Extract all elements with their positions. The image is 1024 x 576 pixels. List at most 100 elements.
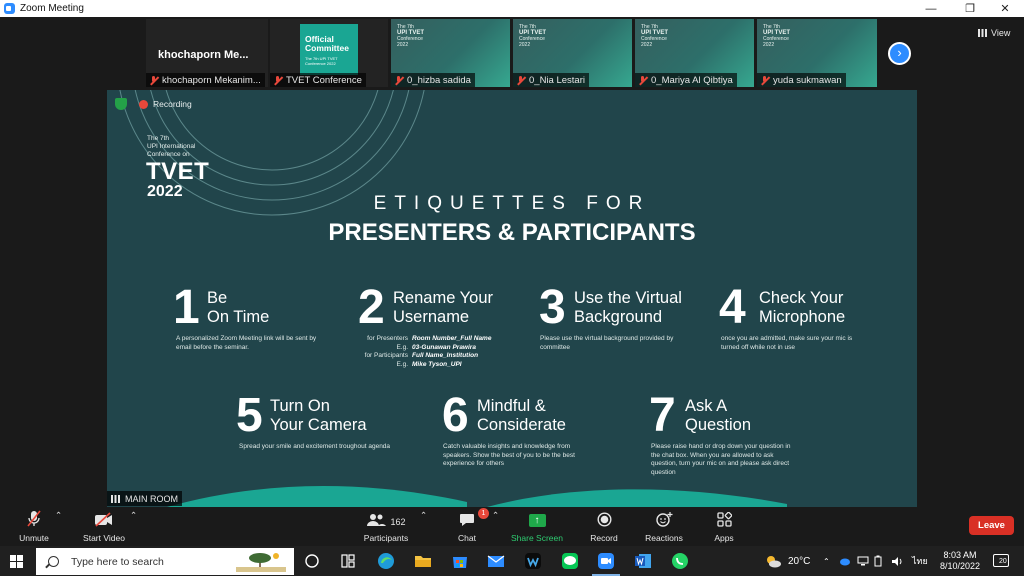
item-title: Rename Your Username <box>393 289 493 326</box>
etiquette-item-4: 4 Check Your Microphone once you are admi… <box>719 281 899 355</box>
apps-label: Apps <box>714 533 734 543</box>
participant-display-name: khochaporn Me... <box>158 49 249 61</box>
task-view-icon[interactable] <box>302 551 322 571</box>
volume-icon[interactable] <box>891 546 904 576</box>
taskbar-search[interactable] <box>36 548 294 575</box>
zoom-taskbar-icon[interactable] <box>592 551 620 576</box>
whatsapp-icon[interactable] <box>670 551 690 571</box>
search-icon <box>48 556 59 567</box>
notification-count: 20 <box>999 558 1007 565</box>
audio-options-caret-icon[interactable]: ⌃ <box>55 510 62 521</box>
word-icon[interactable] <box>633 551 653 571</box>
item-description: once you are admitted, make sure your mi… <box>721 335 853 351</box>
view-button[interactable]: View <box>978 26 1010 40</box>
participants-button[interactable]: 162 Participants <box>358 510 414 543</box>
grid-view-icon <box>978 29 987 37</box>
mic-muted-icon <box>760 75 769 85</box>
etiquette-item-3: 3 Use the Virtual Background Please use t… <box>539 281 709 355</box>
tray-overflow-icon[interactable]: ⌃ <box>823 546 830 576</box>
start-video-button[interactable]: Start Video <box>78 510 130 543</box>
view-label: View <box>991 28 1011 38</box>
participant-name: 0_hizba sadida <box>407 74 471 86</box>
item-description: Spread your smile and excitement trougho… <box>239 443 391 450</box>
battery-icon[interactable] <box>874 546 882 576</box>
recording-label: Recording <box>153 99 192 109</box>
signal-bars-icon <box>111 494 121 503</box>
security-shield-icon[interactable] <box>115 98 127 110</box>
network-icon[interactable] <box>857 546 869 576</box>
participants-count: 162 <box>390 517 406 527</box>
item-description: A personalized Zoom Meeting link will be… <box>176 335 317 351</box>
breakout-room-indicator: MAIN ROOM <box>107 491 182 506</box>
etiquette-item-2: 2 Rename Your Username for Presenters Room… <box>358 284 538 375</box>
apps-icon <box>710 510 738 527</box>
participant-name-tag: yuda sukmawan <box>757 73 846 87</box>
participant-name-tag: 0_Mariya Al Qibtiya <box>635 73 737 87</box>
microsoft-store-icon[interactable] <box>450 551 470 571</box>
taskbar-clock[interactable]: 8:03 AM 8/10/2022 <box>937 550 983 572</box>
weather-cloud-sun-icon <box>767 556 781 568</box>
record-button[interactable]: Record <box>587 510 621 543</box>
chat-options-caret-icon[interactable]: ⌃ <box>492 510 499 521</box>
participant-tile[interactable]: The 7th UPI TVET Conference 2022 0_hizba sa… <box>391 19 510 87</box>
mic-muted-icon <box>394 75 403 85</box>
slide-heading: ETIQUETTES FOR <box>373 193 651 214</box>
participants-icon: 162 <box>358 510 414 527</box>
mic-muted-icon <box>638 75 647 85</box>
etiquette-item-5: 5 Turn On Your Camera Spread your smile a… <box>236 389 406 463</box>
minimize-button[interactable]: — <box>914 0 948 17</box>
close-button[interactable]: ✕ <box>988 0 1022 17</box>
username-format-list: for Presenters Room Number_Full Name E.g.… <box>364 335 492 368</box>
room-label: MAIN ROOM <box>125 493 178 504</box>
edge-browser-icon[interactable] <box>376 551 396 571</box>
widgets-icon[interactable] <box>338 551 358 571</box>
participant-tile[interactable]: khochaporn Me... khochaporn Mekanim... <box>146 19 268 87</box>
participant-tile[interactable]: The 7th UPI TVET Conference 2022 0_Mariya A… <box>635 19 754 87</box>
participant-name-tag: TVET Conference <box>270 73 366 87</box>
app-w-icon[interactable] <box>523 551 543 571</box>
participant-name: 0_Nia Lestari <box>529 74 585 86</box>
line-app-icon[interactable] <box>560 551 580 571</box>
item-number: 6 <box>442 389 469 442</box>
record-label: Record <box>590 533 618 543</box>
restore-button[interactable]: ❐ <box>953 0 987 17</box>
unmute-button[interactable]: Unmute <box>14 510 54 543</box>
leave-button[interactable]: Leave <box>969 516 1014 535</box>
item-number: 1 <box>173 281 200 334</box>
mic-muted-icon <box>273 75 282 85</box>
weather-widget[interactable]: 20°C <box>764 546 810 576</box>
next-participants-button[interactable]: › <box>888 42 911 65</box>
participant-tile[interactable]: Official Committee The 7th UPI TVET Conf… <box>270 19 388 87</box>
chevron-right-icon: › <box>897 45 902 60</box>
record-icon <box>587 510 621 527</box>
mail-icon[interactable] <box>486 551 506 571</box>
clock-time: 8:03 AM <box>943 550 977 560</box>
share-screen-button[interactable]: ↑ Share Screen <box>508 510 566 543</box>
clock-date: 8/10/2022 <box>939 561 981 571</box>
notifications-icon[interactable]: 20 <box>993 554 1009 567</box>
taskbar-search-input[interactable] <box>71 555 231 568</box>
conference-subtitle: The 7th UPI International Conference on <box>147 135 196 158</box>
item-number: 4 <box>719 281 746 334</box>
apps-button[interactable]: Apps <box>710 510 738 543</box>
recording-indicator[interactable]: Recording <box>139 99 192 109</box>
item-number: 3 <box>539 281 566 334</box>
participant-tile[interactable]: The 7th UPI TVET Conference 2022 yuda sukma… <box>757 19 877 87</box>
mic-muted-icon <box>149 75 158 85</box>
participants-options-caret-icon[interactable]: ⌃ <box>420 510 427 521</box>
temperature: 20°C <box>788 555 811 567</box>
item-description: Please use the virtual background provid… <box>540 335 674 351</box>
reactions-button[interactable]: Reactions <box>643 510 685 543</box>
tray-app-icon[interactable] <box>839 546 851 576</box>
windows-start-icon[interactable] <box>10 555 23 568</box>
video-options-caret-icon[interactable]: ⌃ <box>130 510 137 521</box>
input-language[interactable]: ไทย <box>912 546 928 576</box>
windows-taskbar: 20°C ⌃ ไทย 8:03 AM 8/10/2022 20 <box>0 546 1024 576</box>
item-number: 5 <box>236 389 263 442</box>
item-title: Mindful & Considerate <box>477 397 566 434</box>
participant-tile[interactable]: The 7th UPI TVET Conference 2022 0_Nia Lest… <box>513 19 632 87</box>
participant-name: khochaporn Mekanim... <box>162 74 261 86</box>
participant-name-tag: khochaporn Mekanim... <box>146 73 265 87</box>
item-description: Please raise hand or drop down your ques… <box>651 443 791 476</box>
file-explorer-icon[interactable] <box>413 551 433 571</box>
